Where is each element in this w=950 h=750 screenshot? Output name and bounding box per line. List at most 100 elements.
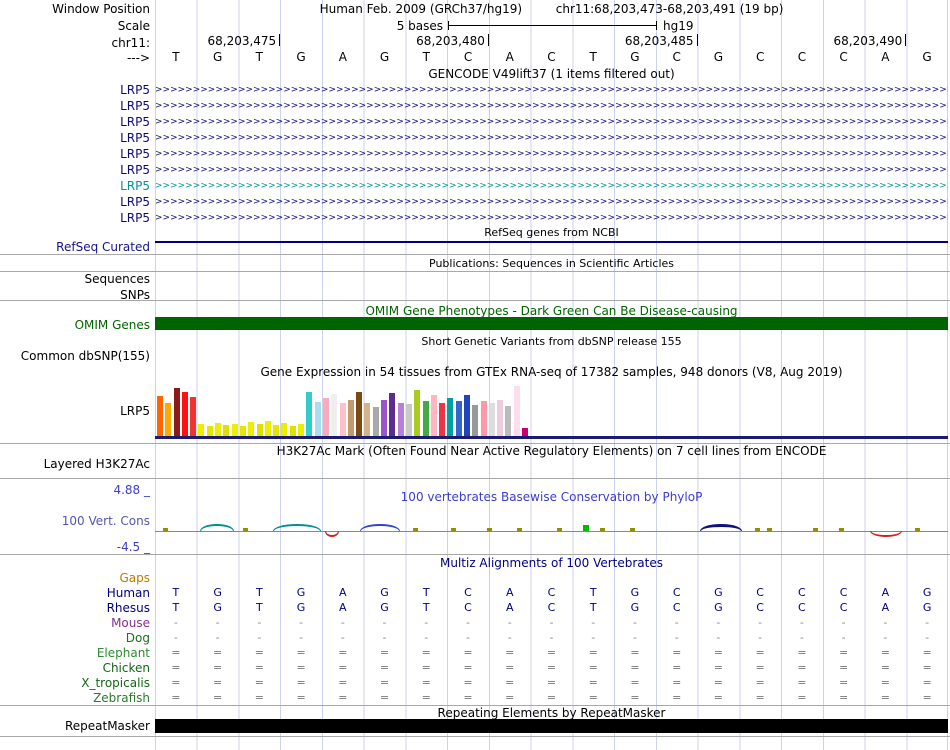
gtex-gene-label[interactable]: LRP5	[0, 404, 150, 418]
gencode-transcript-label[interactable]: LRP5	[0, 83, 150, 97]
gtex-tissue-bar[interactable]	[281, 423, 287, 436]
gtex-tissue-bar[interactable]	[207, 426, 213, 436]
gtex-tissue-bar[interactable]	[456, 401, 462, 436]
refseq-curated-item[interactable]	[155, 241, 948, 243]
gtex-tissue-bar[interactable]	[323, 398, 329, 436]
gencode-transcript-row[interactable]: LRP5>>>>>>>>>>>>>>>>>>>>>>>>>>>>>>>>>>>>…	[0, 162, 950, 178]
transcript-intron-arrows[interactable]: >>>>>>>>>>>>>>>>>>>>>>>>>>>>>>>>>>>>>>>>…	[155, 210, 948, 226]
gtex-tissue-bar[interactable]	[447, 398, 453, 436]
transcript-intron-arrows[interactable]: >>>>>>>>>>>>>>>>>>>>>>>>>>>>>>>>>>>>>>>>…	[155, 194, 948, 210]
gtex-tissue-bar[interactable]	[215, 423, 221, 436]
multiz-species-label[interactable]: Gaps	[0, 571, 150, 585]
gtex-tissue-bar[interactable]	[340, 403, 346, 436]
gencode-transcript-row[interactable]: LRP5 >>>>>>>>>>>>>>>>>>>>>>>>>>>>>>>>>>>>…	[0, 178, 950, 194]
multiz-row-x_tropicalis[interactable]: X_tropicalis===================	[0, 675, 950, 690]
gencode-transcript-row[interactable]: LRP5 >>>>>>>>>>>>>>>>>>>>>>>>>>>>>>>>>>>>…	[0, 146, 950, 162]
snps-track-label[interactable]: SNPs	[0, 288, 150, 302]
gtex-tissue-bar[interactable]	[248, 422, 254, 436]
gencode-transcript-label[interactable]: LRP5	[0, 195, 150, 209]
gtex-tissue-bar[interactable]	[472, 405, 478, 436]
gtex-tissue-bar[interactable]	[439, 403, 445, 436]
gencode-transcript-label[interactable]: LRP5	[0, 179, 150, 193]
gtex-tissue-bar[interactable]	[298, 424, 304, 436]
multiz-row-dog[interactable]: Dog-------------------	[0, 630, 950, 645]
transcript-intron-arrows[interactable]: >>>>>>>>>>>>>>>>>>>>>>>>>>>>>>>>>>>>>>>>…	[155, 114, 948, 130]
gtex-tissue-bar[interactable]	[223, 425, 229, 436]
gencode-transcript-row[interactable]: LRP5 >>>>>>>>>>>>>>>>>>>>>>>>>>>>>>>>>>>>…	[0, 98, 950, 114]
gencode-transcript-label[interactable]: LRP5	[0, 147, 150, 161]
gtex-tissue-bar[interactable]	[290, 426, 296, 436]
transcript-intron-arrows[interactable]: >>>>>>>>>>>>>>>>>>>>>>>>>>>>>>>>>>>>>>>>…	[155, 146, 948, 162]
gtex-tissue-bar[interactable]	[232, 424, 238, 436]
gencode-transcript-label[interactable]: LRP5	[0, 131, 150, 145]
multiz-species-label[interactable]: X_tropicalis	[0, 676, 150, 690]
gtex-tissue-bar[interactable]	[265, 421, 271, 436]
gtex-expression-chart[interactable]	[157, 384, 577, 436]
multiz-row-rhesus[interactable]: RhesusTGTGAGTCACTGCGCCCAG	[0, 600, 950, 615]
gtex-tissue-bar[interactable]	[348, 400, 354, 436]
multiz-row-mouse[interactable]: Mouse-------------------	[0, 615, 950, 630]
gtex-tissue-bar[interactable]	[489, 403, 495, 436]
gencode-transcript-row[interactable]: LRP5 >>>>>>>>>>>>>>>>>>>>>>>>>>>>>>>>>>>>…	[0, 210, 950, 226]
gtex-tissue-bar[interactable]	[406, 404, 412, 436]
strand-arrow-label[interactable]: --->	[0, 51, 150, 65]
multiz-species-label[interactable]: Elephant	[0, 646, 150, 660]
gencode-transcript-row[interactable]: LRP5 >>>>>>>>>>>>>>>>>>>>>>>>>>>>>>>>>>>>…	[0, 82, 950, 98]
multiz-species-label[interactable]: Chicken	[0, 661, 150, 675]
gtex-tissue-bar[interactable]	[198, 424, 204, 436]
gtex-tissue-bar[interactable]	[174, 388, 180, 436]
gtex-tissue-bar[interactable]	[398, 403, 404, 436]
gtex-tissue-bar[interactable]	[257, 424, 263, 436]
gencode-transcript-row[interactable]: LRP5 >>>>>>>>>>>>>>>>>>>>>>>>>>>>>>>>>>>>…	[0, 130, 950, 146]
conservation-signal-area[interactable]	[155, 520, 948, 542]
gtex-tissue-bar[interactable]	[505, 406, 511, 436]
gtex-tissue-bar[interactable]	[240, 426, 246, 436]
gtex-tissue-bar[interactable]	[414, 390, 420, 436]
h3k27ac-track-label[interactable]: Layered H3K27Ac	[0, 457, 150, 471]
gtex-tissue-bar[interactable]	[315, 402, 321, 436]
refseq-curated-label[interactable]: RefSeq Curated	[0, 240, 150, 254]
transcript-intron-arrows[interactable]: >>>>>>>>>>>>>>>>>>>>>>>>>>>>>>>>>>>>>>>>…	[155, 82, 948, 98]
multiz-species-label[interactable]: Dog	[0, 631, 150, 645]
gtex-tissue-bar[interactable]	[373, 407, 379, 436]
repeatmasker-item[interactable]	[155, 719, 948, 733]
gtex-tissue-bar[interactable]	[431, 395, 437, 436]
gencode-transcript-label[interactable]: LRP5	[0, 211, 150, 225]
gtex-tissue-bar[interactable]	[522, 428, 528, 436]
gtex-tissue-bar[interactable]	[423, 401, 429, 436]
gtex-tissue-bar[interactable]	[514, 386, 520, 436]
sequences-track-label[interactable]: Sequences	[0, 272, 150, 286]
multiz-row-gaps[interactable]: Gaps	[0, 570, 950, 585]
multiz-species-label[interactable]: Mouse	[0, 616, 150, 630]
conservation-track-label[interactable]: 100 Vert. Cons	[0, 514, 150, 528]
multiz-row-chicken[interactable]: Chicken===================	[0, 660, 950, 675]
transcript-intron-arrows[interactable]: >>>>>>>>>>>>>>>>>>>>>>>>>>>>>>>>>>>>>>>>…	[155, 130, 948, 146]
omim-gene-item[interactable]	[155, 317, 948, 330]
gtex-tissue-bar[interactable]	[481, 401, 487, 436]
gencode-transcript-label[interactable]: LRP5	[0, 115, 150, 129]
multiz-species-label[interactable]: Rhesus	[0, 601, 150, 615]
transcript-intron-arrows[interactable]: >>>>>>>>>>>>>>>>>>>>>>>>>>>>>>>>>>>>>>>>…	[155, 162, 948, 178]
gtex-tissue-bar[interactable]	[464, 395, 470, 436]
multiz-row-elephant[interactable]: Elephant===================	[0, 645, 950, 660]
multiz-species-label[interactable]: Zebrafish	[0, 691, 150, 705]
gtex-tissue-bar[interactable]	[497, 400, 503, 436]
gencode-transcript-label[interactable]: LRP5	[0, 99, 150, 113]
transcript-intron-arrows[interactable]: >>>>>>>>>>>>>>>>>>>>>>>>>>>>>>>>>>>>>>>>…	[155, 98, 948, 114]
multiz-row-zebrafish[interactable]: Zebrafish===================	[0, 690, 950, 705]
multiz-row-human[interactable]: HumanTGTGAGTCACTGCGCCCAG	[0, 585, 950, 600]
gencode-transcript-row[interactable]: LRP5 >>>>>>>>>>>>>>>>>>>>>>>>>>>>>>>>>>>>…	[0, 194, 950, 210]
gtex-tissue-bar[interactable]	[356, 392, 362, 436]
gencode-transcript-row[interactable]: LRP5 >>>>>>>>>>>>>>>>>>>>>>>>>>>>>>>>>>>>…	[0, 114, 950, 130]
gtex-tissue-bar[interactable]	[364, 403, 370, 436]
gtex-tissue-bar[interactable]	[157, 396, 163, 436]
gtex-tissue-bar[interactable]	[190, 397, 196, 436]
transcript-intron-arrows[interactable]: >>>>>>>>>>>>>>>>>>>>>>>>>>>>>>>>>>>>>>>>…	[155, 178, 948, 194]
gtex-tissue-bar[interactable]	[331, 394, 337, 436]
gtex-tissue-bar[interactable]	[381, 400, 387, 436]
gtex-tissue-bar[interactable]	[165, 403, 171, 436]
gtex-tissue-bar[interactable]	[389, 393, 395, 436]
gtex-tissue-bar[interactable]	[182, 392, 188, 436]
multiz-species-label[interactable]: Human	[0, 586, 150, 600]
gtex-tissue-bar[interactable]	[273, 425, 279, 436]
